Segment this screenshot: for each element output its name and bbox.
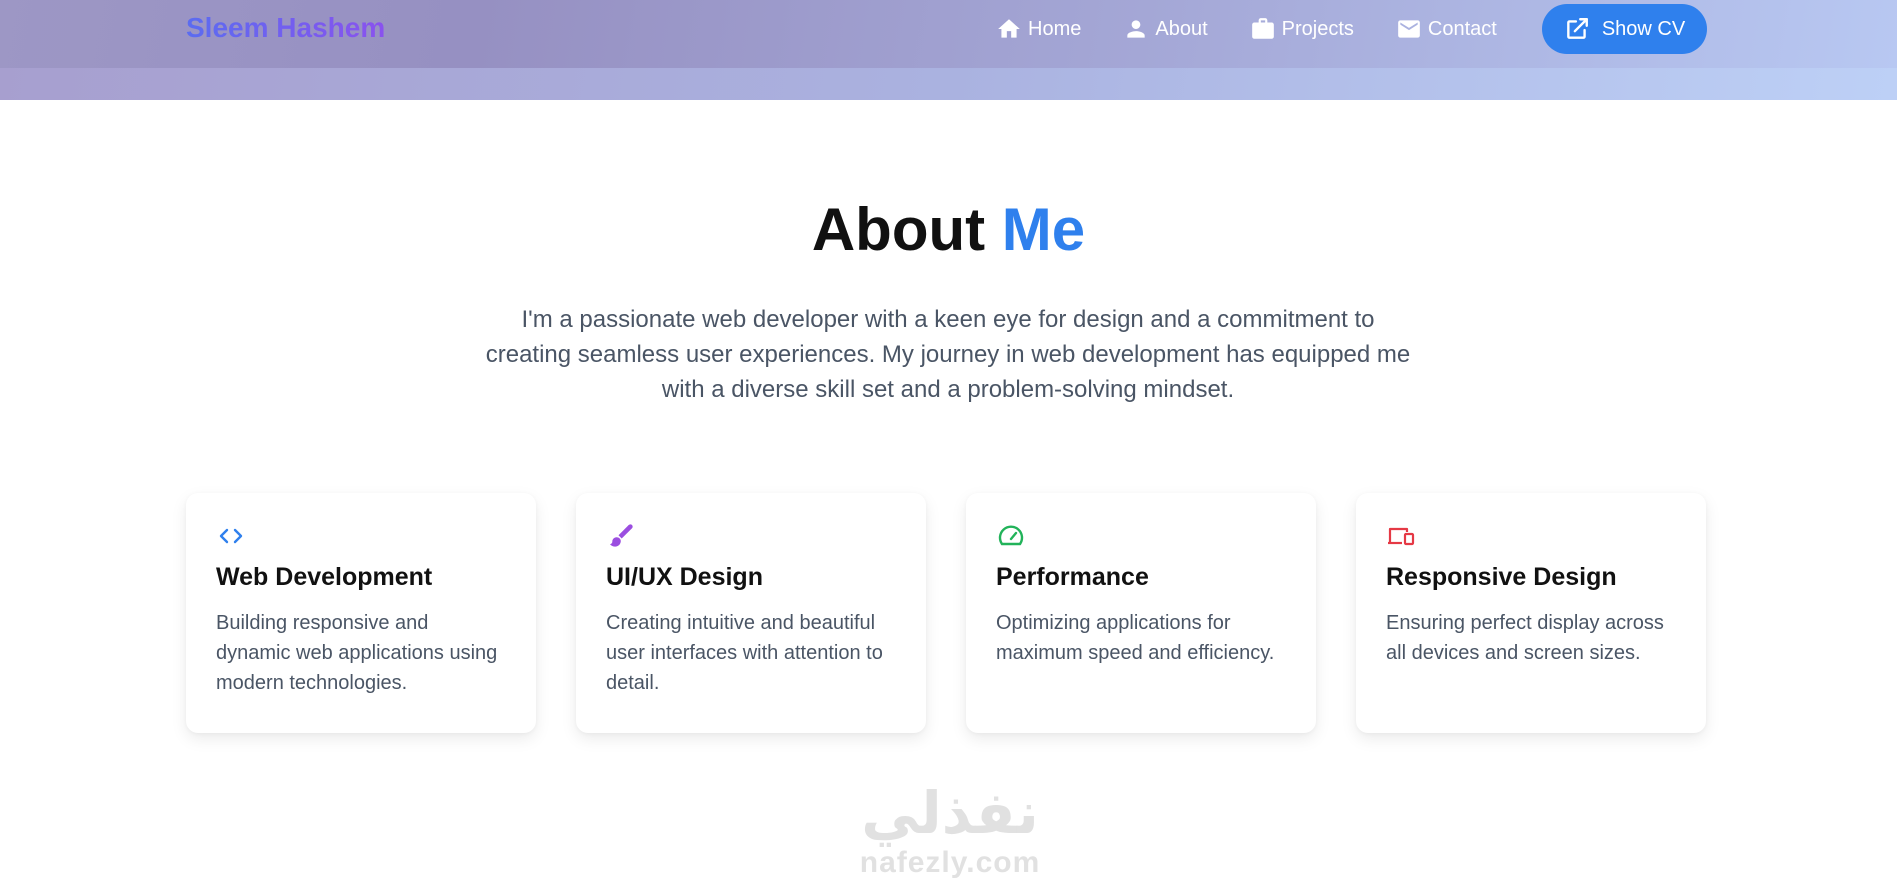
card-description: Building responsive and dynamic web appl… [216, 612, 498, 694]
watermark-arabic: نفذلي [861, 779, 1039, 847]
skill-card-web-development: Web Development Building responsive and … [186, 493, 536, 733]
watermark: نفذلي nafezly.com [840, 780, 1060, 880]
user-icon [1127, 20, 1146, 38]
nav-link-label: Projects [1281, 17, 1354, 40]
watermark-latin: nafezly.com [859, 846, 1041, 879]
page-title: About Me [0, 195, 1897, 264]
mail-icon [1398, 20, 1420, 38]
devices-icon [1386, 521, 1416, 551]
skills-cards: Web Development Building responsive and … [186, 493, 1706, 733]
nav-link-label: Contact [1427, 17, 1497, 40]
nav-links: Home About Projects Contact [996, 13, 1539, 45]
card-description: Creating intuitive and beautiful user in… [606, 612, 883, 694]
skill-card-responsive-design: Responsive Design Ensuring perfect displ… [1356, 493, 1706, 733]
briefcase-icon [1251, 18, 1274, 39]
card-title: Web Development [216, 563, 433, 591]
title-main: About [811, 196, 986, 263]
nav-link-projects[interactable]: Projects [1250, 13, 1354, 45]
nav-link-label: About [1155, 17, 1208, 40]
card-title: UI/UX Design [606, 563, 763, 591]
home-icon [998, 19, 1020, 38]
card-description: Ensuring perfect display across all devi… [1386, 612, 1664, 664]
nav-link-contact[interactable]: Contact [1396, 13, 1497, 45]
nav-link-label: Home [1028, 17, 1082, 40]
skill-card-performance: Performance Optimizing applications for … [966, 493, 1316, 733]
code-icon [216, 521, 246, 551]
speedometer-icon [996, 521, 1026, 551]
nav-link-about[interactable]: About [1123, 13, 1208, 45]
title-accent: Me [1001, 196, 1086, 263]
about-intro: I'm a passionate web developer with a ke… [485, 306, 1411, 403]
brand-logo[interactable]: Sleem Hashem [186, 12, 385, 44]
brush-icon [606, 521, 636, 551]
navbar: Sleem Hashem Home About Projects Contact… [0, 0, 1897, 100]
card-title: Performance [996, 563, 1149, 591]
card-description: Optimizing applications for maximum spee… [996, 612, 1275, 664]
nav-link-home[interactable]: Home [996, 13, 1081, 45]
external-link-icon [1566, 18, 1588, 39]
card-title: Responsive Design [1386, 563, 1617, 591]
show-cv-label: Show CV [1601, 17, 1686, 40]
show-cv-button[interactable]: Show CV [1542, 4, 1707, 54]
skill-card-uiux-design: UI/UX Design Creating intuitive and beau… [576, 493, 926, 733]
